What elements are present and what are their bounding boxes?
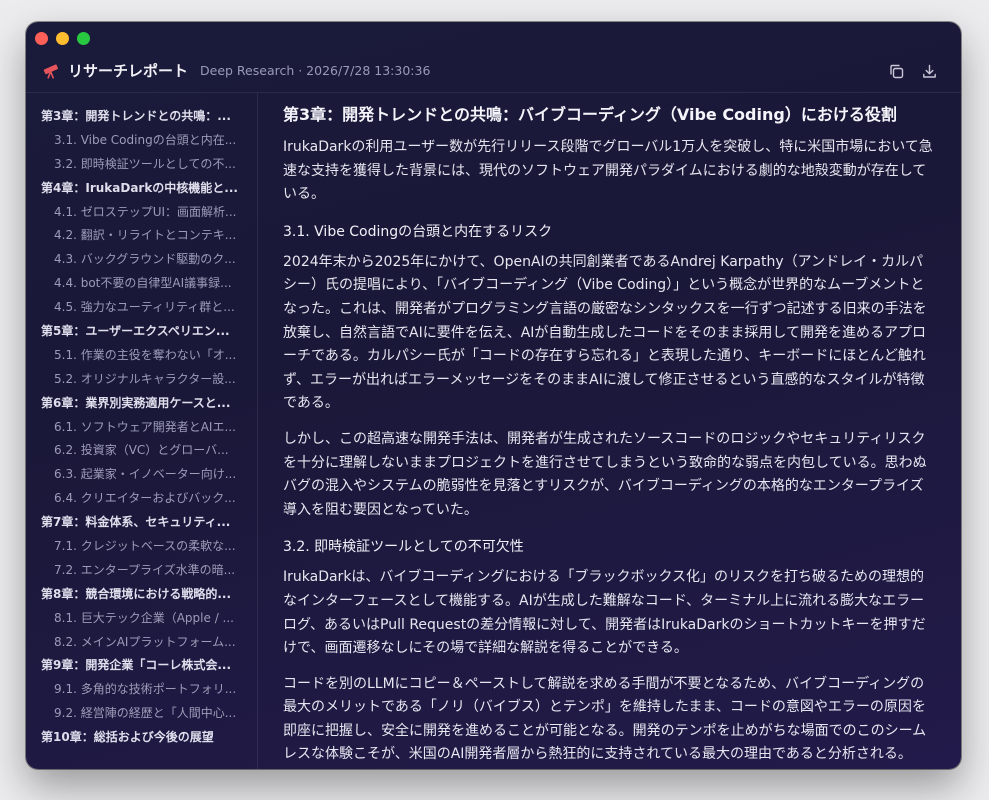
toc-chapter-item[interactable]: 第10章：総括および今後の展望 xyxy=(26,726,257,750)
toc-section-item[interactable]: 5.2. オリジナルキャラクター設... xyxy=(26,368,257,392)
toc-section-item[interactable]: 9.1. 多角的な技術ポートフォリ... xyxy=(26,678,257,702)
report-window: リサーチレポート Deep Research · 2026/7/28 13:30… xyxy=(26,22,961,769)
section-3-2-paragraph-2: コードを別のLLMにコピー＆ペーストして解説を求める手間が不要となるため、バイブ… xyxy=(283,675,927,763)
toc-section-item[interactable]: 4.4. bot不要の自律型AI議事録... xyxy=(26,272,257,296)
section-3-1-paragraph-1: 2024年末から2025年にかけて、OpenAIの共同創業者であるAndrej … xyxy=(283,253,927,412)
section-3-1-paragraph-2: しかし、この超高速な開発手法は、開発者が生成されたソースコードのロジックやセキュ… xyxy=(283,430,927,518)
toc-section-item[interactable]: 4.2. 翻訳・リライトとコンテキ... xyxy=(26,224,257,248)
section-3-2-heading: 3.2. 即時検証ツールとしての不可欠性 xyxy=(283,539,524,556)
toc-section-item[interactable]: 9.2. 経営陣の経歴と「人間中心... xyxy=(26,702,257,726)
toc-chapter-item[interactable]: 第8章：競合環境における戦略的... xyxy=(26,583,257,607)
zoom-button[interactable] xyxy=(77,32,90,45)
section-3-1-heading: 3.1. Vibe Codingの台頭と内在するリスク xyxy=(283,223,553,240)
download-icon xyxy=(922,64,936,78)
copy-button[interactable] xyxy=(885,60,907,82)
toc-section-item[interactable]: 3.1. Vibe Codingの台頭と内在... xyxy=(26,129,257,153)
download-button[interactable] xyxy=(918,60,940,82)
close-button[interactable] xyxy=(35,32,48,45)
toc-section-item[interactable]: 4.5. 強力なユーティリティ群と... xyxy=(26,296,257,320)
chapter-intro: IrukaDarkの利用ユーザー数が先行リリース段階でグローバル1万人を突破し、… xyxy=(283,139,933,203)
toc-section-item[interactable]: 6.3. 起業家・イノベーター向け... xyxy=(26,463,257,487)
toc-section-item[interactable]: 8.1. 巨大テック企業（Apple / ... xyxy=(26,607,257,631)
section-3-2-paragraph-1: IrukaDarkは、バイブコーディングにおける「ブラックボックス化」のリスクを… xyxy=(283,569,926,657)
window-subtitle: Deep Research · 2026/7/28 13:30:36 xyxy=(200,63,431,78)
toc-chapter-item[interactable]: 第9章：開発企業「コーレ株式会... xyxy=(26,654,257,678)
table-of-contents: 第3章：開発トレンドとの共鳴：... 3.1. Vibe Codingの台頭と内在… xyxy=(26,93,258,769)
toc-section-item[interactable]: 6.2. 投資家（VC）とグローバ... xyxy=(26,439,257,463)
toc-section-item[interactable]: 7.2. エンタープライズ水準の暗... xyxy=(26,559,257,583)
toc-section-item[interactable]: 7.1. クレジットベースの柔軟な... xyxy=(26,535,257,559)
toc-section-item[interactable]: 5.1. 作業の主役を奪わない「オ... xyxy=(26,344,257,368)
toc-section-item[interactable]: 6.1. ソフトウェア開発者とAIエ... xyxy=(26,416,257,440)
copy-icon xyxy=(889,64,903,78)
toc-section-item[interactable]: 4.3. バックグラウンド駆動のク... xyxy=(26,248,257,272)
toc-list: 第3章：開発トレンドとの共鳴：... 3.1. Vibe Codingの台頭と内在… xyxy=(26,93,257,750)
toc-section-item[interactable]: 3.2. 即時検証ツールとしての不... xyxy=(26,153,257,177)
window-title: リサーチレポート xyxy=(68,62,189,80)
minimize-button[interactable] xyxy=(56,32,69,45)
title-bar: リサーチレポート Deep Research · 2026/7/28 13:30… xyxy=(26,22,961,93)
chapter-heading: 第3章：開発トレンドとの共鳴：バイブコーディング（Vibe Coding）におけ… xyxy=(283,105,897,124)
toc-chapter-item[interactable]: 第3章：開発トレンドとの共鳴：... xyxy=(26,105,257,129)
toc-chapter-item[interactable]: 第7章：料金体系、セキュリティ... xyxy=(26,511,257,535)
report-content: 第3章：開発トレンドとの共鳴：バイブコーディング（Vibe Coding）におけ… xyxy=(258,93,961,769)
toc-section-item[interactable]: 8.2. メインAIプラットフォーム... xyxy=(26,631,257,655)
toc-chapter-item[interactable]: 第6章：業界別実務適用ケースと... xyxy=(26,392,257,416)
window-controls xyxy=(35,32,90,45)
toc-chapter-item[interactable]: 第5章：ユーザーエクスペリエン... xyxy=(26,320,257,344)
toc-chapter-item[interactable]: 第4章：IrukaDarkの中核機能と... xyxy=(26,177,257,201)
telescope-icon xyxy=(43,63,58,79)
title-group: リサーチレポート Deep Research · 2026/7/28 13:30… xyxy=(42,60,430,81)
toc-section-item[interactable]: 4.1. ゼロステップUI：画面解析... xyxy=(26,201,257,225)
toc-section-item[interactable]: 6.4. クリエイターおよびバック... xyxy=(26,487,257,511)
